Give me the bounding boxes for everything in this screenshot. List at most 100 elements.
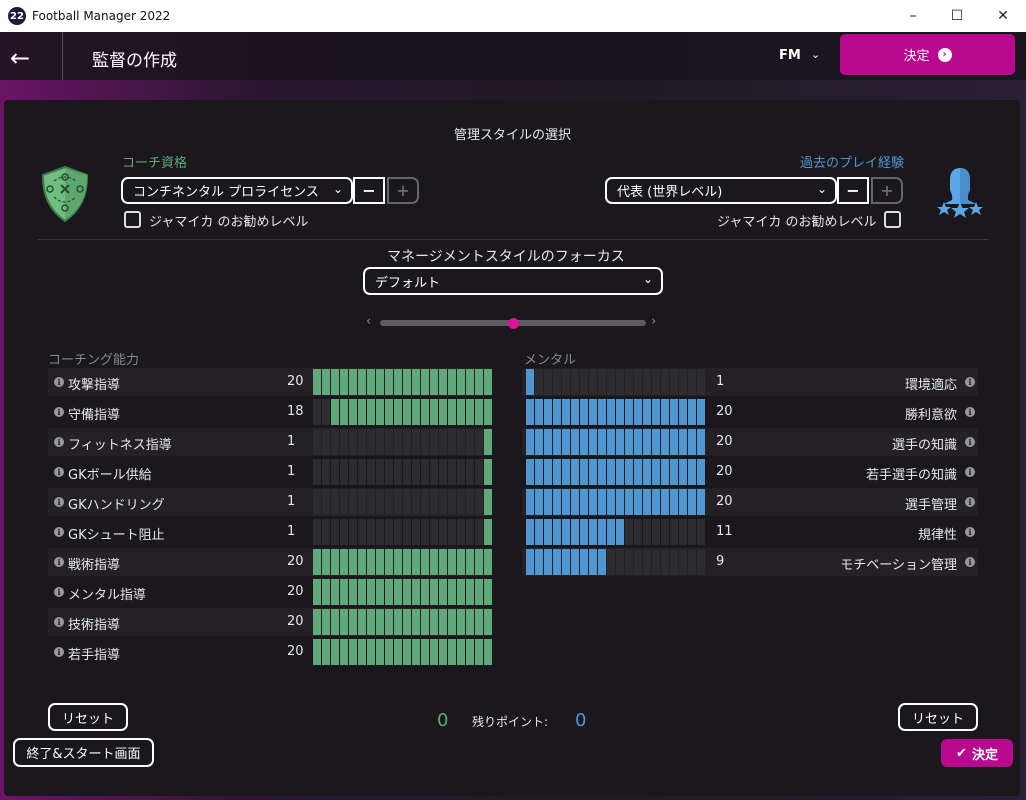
attribute-label: 選手の知識	[891, 438, 957, 453]
close-button[interactable]: ✕	[980, 0, 1026, 32]
bar-segment	[616, 489, 624, 515]
info-icon[interactable]: i	[54, 437, 64, 447]
bar-segment	[697, 519, 705, 545]
bar-segment	[385, 429, 393, 455]
info-icon[interactable]: i	[965, 527, 975, 537]
chevron-down-icon[interactable]: ⌄	[811, 48, 820, 61]
info-icon[interactable]: i	[54, 617, 64, 627]
bar-segment	[340, 519, 348, 545]
focus-slider-knob[interactable]	[507, 318, 519, 329]
exit-to-start-button[interactable]: 終了&スタート画面	[13, 738, 154, 767]
focus-select[interactable]: デフォルト ⌄	[363, 267, 663, 295]
app-logo-icon: 22	[8, 7, 26, 25]
bar-segment	[652, 429, 660, 455]
playing-plus-button[interactable]: +	[871, 177, 903, 204]
fm-menu[interactable]: FM	[779, 48, 801, 63]
reset-mental-button[interactable]: リセット	[898, 703, 978, 731]
info-icon[interactable]: i	[54, 647, 64, 657]
confirm-button-top[interactable]: 決定 ›	[840, 34, 1015, 75]
bar-segment	[484, 549, 492, 575]
bar-segment	[358, 519, 366, 545]
bar-segment	[403, 429, 411, 455]
bar-segment	[358, 429, 366, 455]
bar-segment	[616, 459, 624, 485]
attribute-bar	[313, 489, 492, 515]
info-icon[interactable]: i	[54, 527, 64, 537]
info-icon[interactable]: i	[965, 437, 975, 447]
bar-segment	[643, 459, 651, 485]
bar-segment	[331, 579, 339, 605]
chevron-down-icon: ⌄	[816, 182, 827, 196]
info-icon[interactable]: i	[965, 377, 975, 387]
coach-plus-button[interactable]: +	[387, 177, 419, 204]
playing-minus-button[interactable]: −	[837, 177, 869, 204]
bar-segment	[466, 639, 474, 665]
info-icon[interactable]: i	[54, 407, 64, 417]
attribute-value: 1	[287, 434, 296, 449]
bar-segment	[439, 489, 447, 515]
minimize-button[interactable]: –	[890, 0, 936, 32]
playing-recommend-checkbox[interactable]	[884, 211, 901, 228]
slider-right-arrow-icon[interactable]: ›	[651, 314, 656, 329]
bar-segment	[340, 579, 348, 605]
bar-segment	[331, 489, 339, 515]
bar-segment	[544, 459, 552, 485]
confirm-label: 決定	[903, 49, 930, 64]
info-icon[interactable]: i	[965, 497, 975, 507]
maximize-button[interactable]: ☐	[934, 0, 980, 32]
bar-segment	[625, 489, 633, 515]
bar-segment	[652, 459, 660, 485]
bar-segment	[313, 369, 321, 395]
info-icon[interactable]: i	[965, 407, 975, 417]
bar-segment	[430, 519, 438, 545]
attribute-label: 攻撃指導	[68, 378, 121, 393]
info-icon[interactable]: i	[54, 467, 64, 477]
info-icon[interactable]: i	[54, 377, 64, 387]
bar-segment	[412, 519, 420, 545]
attribute-label: フィットネス指導	[68, 438, 172, 453]
info-icon[interactable]: i	[965, 467, 975, 477]
bar-segment	[394, 519, 402, 545]
chevron-down-icon: ⌄	[642, 272, 653, 286]
arrow-right-icon: ›	[937, 47, 952, 62]
bar-segment	[634, 519, 642, 545]
coach-minus-button[interactable]: −	[353, 177, 385, 204]
back-arrow-icon[interactable]: ←	[10, 44, 30, 72]
bar-segment	[589, 459, 597, 485]
bar-segment	[457, 459, 465, 485]
bar-segment	[412, 639, 420, 665]
bar-segment	[697, 459, 705, 485]
bar-segment	[349, 519, 357, 545]
bar-segment	[322, 609, 330, 635]
attribute-label: モチベーション管理	[840, 558, 957, 573]
bar-segment	[349, 429, 357, 455]
info-icon[interactable]: i	[54, 557, 64, 567]
info-icon[interactable]: i	[965, 557, 975, 567]
reset-coaching-button[interactable]: リセット	[48, 703, 128, 731]
confirm-button[interactable]: ✔ 決定	[941, 739, 1013, 767]
playing-experience-select[interactable]: 代表 (世界レベル) ⌄	[605, 177, 837, 204]
bar-segment	[484, 369, 492, 395]
bar-segment	[376, 489, 384, 515]
playing-experience-label: 過去のプレイ経験	[800, 156, 905, 171]
bar-segment	[679, 549, 687, 575]
player-stars-icon	[937, 168, 983, 218]
slider-left-arrow-icon[interactable]: ‹	[366, 314, 371, 329]
bar-segment	[367, 549, 375, 575]
bar-segment	[412, 429, 420, 455]
coach-qualification-label: コーチ資格	[122, 156, 188, 171]
attribute-value: 18	[287, 404, 304, 419]
bar-segment	[385, 459, 393, 485]
bar-segment	[430, 609, 438, 635]
info-icon[interactable]: i	[54, 587, 64, 597]
attribute-label: 技術指導	[68, 618, 121, 633]
bar-segment	[349, 579, 357, 605]
bar-segment	[358, 369, 366, 395]
window-title: Football Manager 2022	[32, 9, 171, 23]
bar-segment	[535, 399, 543, 425]
coach-recommend-checkbox[interactable]	[124, 211, 141, 228]
bar-segment	[526, 399, 534, 425]
coach-qualification-select[interactable]: コンチネンタル プロライセンス ⌄	[121, 177, 353, 204]
info-icon[interactable]: i	[54, 497, 64, 507]
attribute-value: 1	[287, 464, 296, 479]
